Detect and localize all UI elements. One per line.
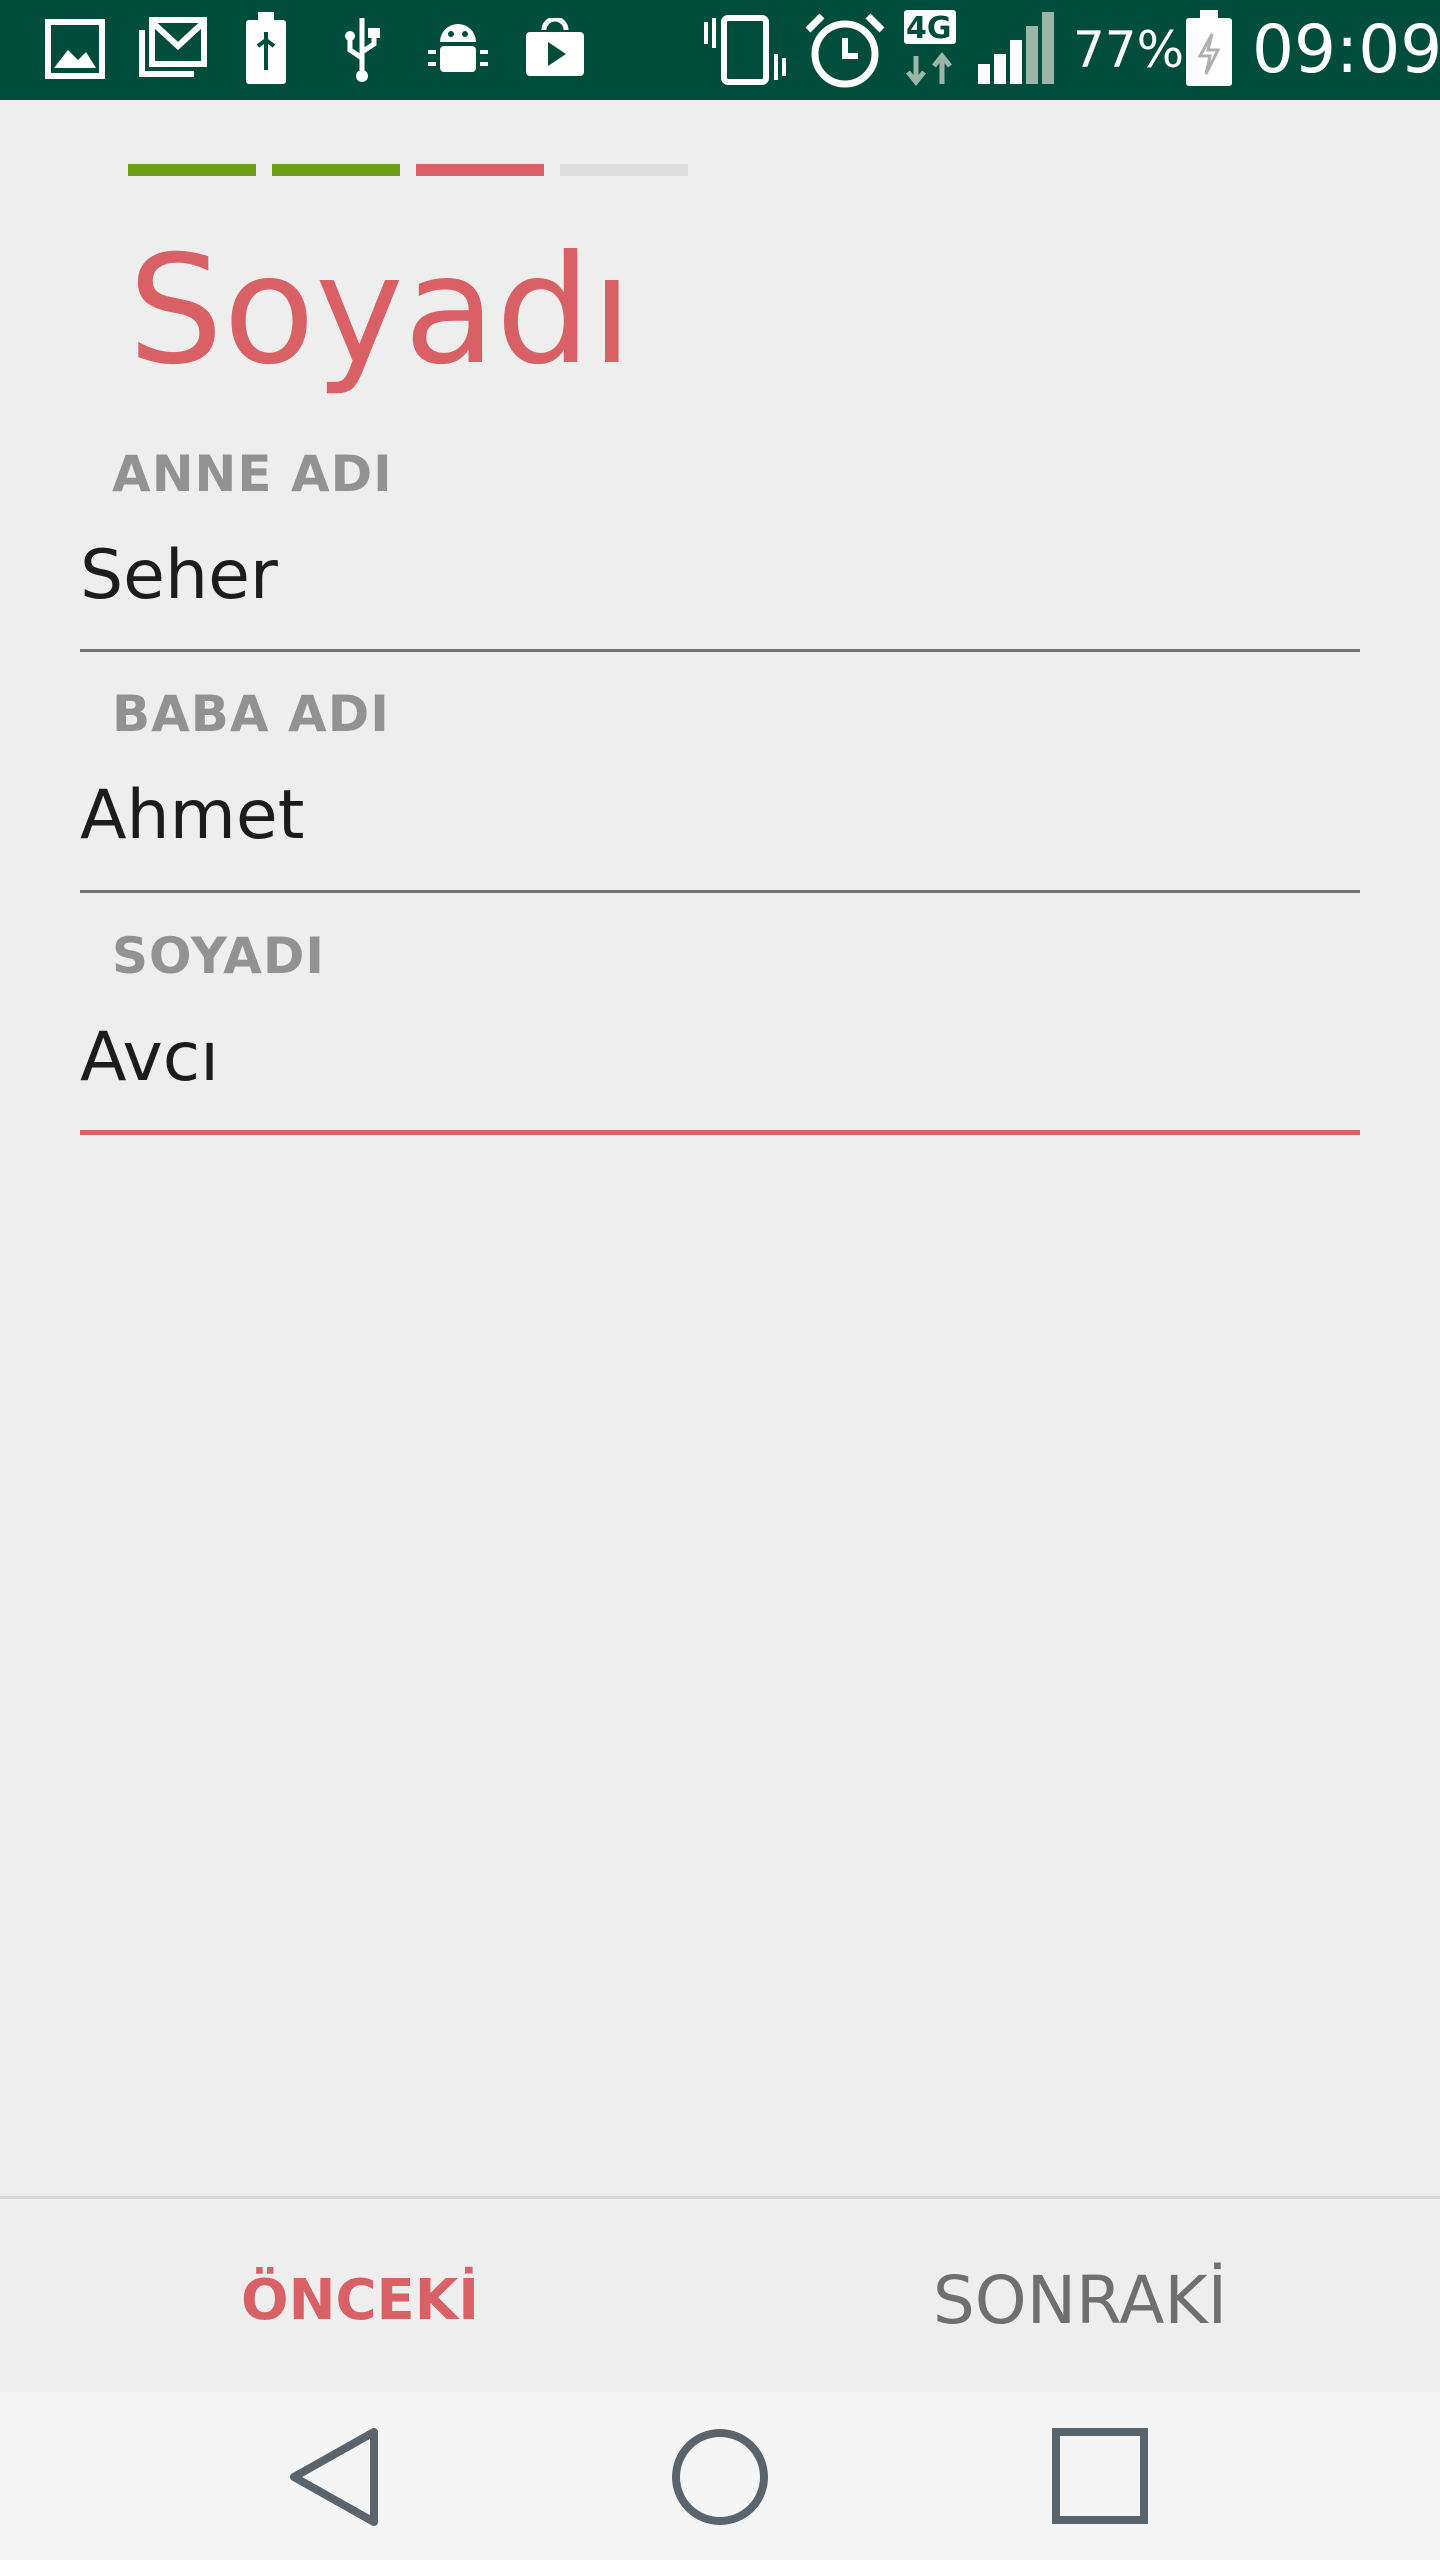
father-name-input[interactable] — [80, 776, 1360, 856]
father-name-label: BABA ADI — [112, 685, 390, 743]
home-icon[interactable] — [660, 2422, 780, 2532]
surname-label: SOYADI — [112, 927, 325, 985]
battery-icon — [1184, 10, 1234, 88]
clock: 09:09 — [1252, 11, 1440, 88]
progress-step-3 — [416, 164, 544, 176]
recents-icon[interactable] — [1040, 2422, 1160, 2532]
vibrate-icon — [700, 14, 792, 86]
previous-button[interactable]: ÖNCEKİ — [160, 2250, 560, 2350]
father-name-underline — [80, 890, 1360, 893]
gmail-icon — [138, 16, 208, 78]
progress-step-1 — [128, 164, 256, 176]
system-nav-bar — [0, 2392, 1440, 2560]
mother-name-input[interactable] — [80, 536, 1360, 616]
usb-icon — [340, 14, 384, 84]
play-store-icon — [524, 18, 586, 78]
footer-divider — [0, 2196, 1440, 2199]
back-icon[interactable] — [280, 2422, 400, 2532]
progress-step-2 — [272, 164, 400, 176]
signal-icon — [976, 10, 1060, 86]
android-debug-icon — [426, 20, 490, 76]
status-bar: 4G 77% 09:09 — [0, 0, 1440, 100]
alarm-icon — [804, 12, 886, 90]
network-type-label: 4G — [906, 11, 952, 46]
mother-name-label: ANNE ADI — [112, 445, 393, 503]
mother-name-underline — [80, 649, 1360, 652]
page-title: Soyadı — [128, 224, 633, 398]
progress-step-4 — [560, 164, 688, 176]
usb-battery-icon — [244, 12, 288, 84]
surname-underline — [80, 1130, 1360, 1135]
surname-input[interactable] — [80, 1018, 1360, 1098]
battery-percent: 77% — [1073, 21, 1185, 79]
next-button[interactable]: SONRAKİ — [870, 2250, 1290, 2350]
gallery-icon — [44, 18, 106, 80]
